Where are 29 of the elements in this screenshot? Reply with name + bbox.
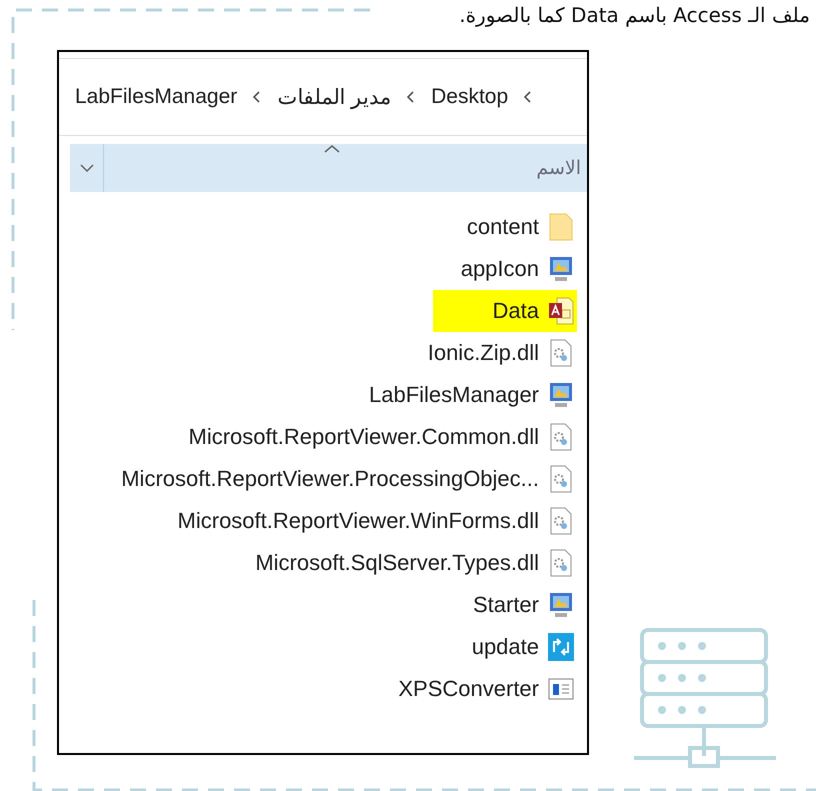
file-row[interactable]: Microsoft.SqlServer.Types.dll xyxy=(255,542,577,584)
file-row[interactable]: Ionic.Zip.dll xyxy=(428,332,577,374)
chevron-icon xyxy=(407,91,416,103)
highlighted-file-row[interactable]: Data xyxy=(432,290,577,332)
monitor-icon xyxy=(547,590,575,620)
file-row[interactable]: Microsoft.ReportViewer.WinForms.dll xyxy=(178,500,577,542)
breadcrumb-item[interactable]: LabFilesManager xyxy=(75,85,238,109)
column-header[interactable]: الاسم xyxy=(70,144,587,192)
caption-text: ملف الـ Access باسم Data كما بالصورة. xyxy=(459,2,810,28)
file-row[interactable]: LabFilesManager xyxy=(369,374,577,416)
chevron-icon xyxy=(253,91,262,103)
file-row[interactable]: Microsoft.ReportViewer.ProcessingObjec... xyxy=(121,458,577,500)
file-row[interactable]: Microsoft.ReportViewer.Common.dll xyxy=(188,416,577,458)
dropdown-icon[interactable] xyxy=(80,164,94,172)
column-label: الاسم xyxy=(536,157,581,179)
monitor-icon xyxy=(547,380,575,410)
file-row[interactable]: XPSConverter xyxy=(398,668,577,710)
breadcrumb-item[interactable]: مدير الملفات xyxy=(277,84,392,110)
database-file-icon xyxy=(547,296,575,326)
sync-icon xyxy=(547,632,575,662)
file-row[interactable]: content xyxy=(466,206,577,248)
file-row[interactable]: appIcon xyxy=(460,248,577,290)
folder-icon xyxy=(547,212,575,242)
monitor-icon xyxy=(547,254,575,284)
chevron-icon xyxy=(524,91,532,103)
file-row[interactable]: update xyxy=(472,626,577,668)
sort-caret-icon xyxy=(324,144,340,154)
file-row[interactable]: Starter xyxy=(472,584,577,626)
breadcrumb-item[interactable]: Desktop xyxy=(431,85,508,109)
